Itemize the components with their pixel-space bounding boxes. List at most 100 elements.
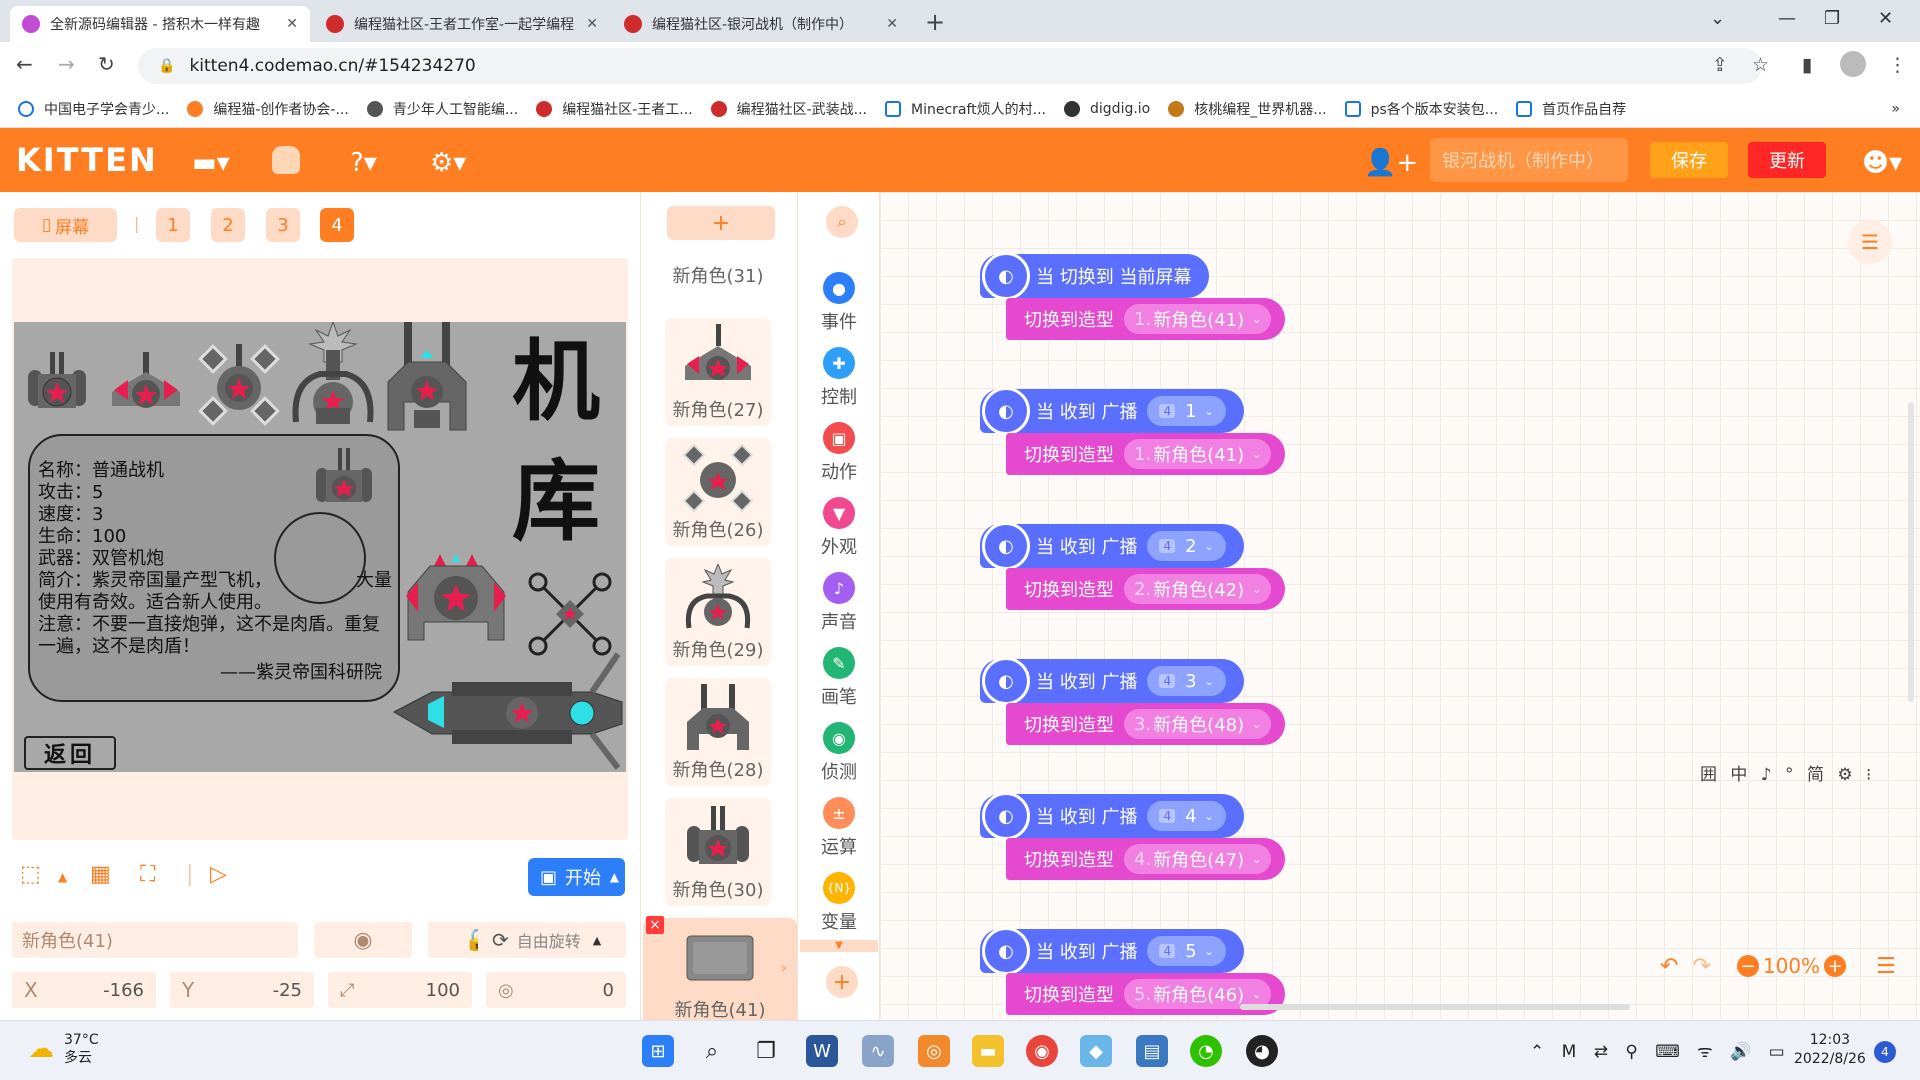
app-icon[interactable]: ◆ <box>1080 1035 1112 1067</box>
reload-icon[interactable]: ↻ <box>98 52 115 76</box>
folder-menu-icon[interactable]: ▬▾ <box>192 148 230 178</box>
bookmark-item[interactable]: 青少年人工智能编... <box>366 99 518 119</box>
category-control[interactable]: ✚ 控制 <box>798 347 880 409</box>
close-window-icon[interactable]: ✕ <box>1878 8 1893 29</box>
direction-field[interactable]: ◎ 0 <box>486 972 626 1008</box>
costume-dropdown[interactable]: 2. 新角色(42) ⌄ <box>1124 574 1272 604</box>
category-motion[interactable]: ▣ 动作 <box>798 422 880 484</box>
sprite-expand-icon[interactable]: › <box>781 958 787 977</box>
bookmark-item[interactable]: 编程猫社区-武装战... <box>710 99 867 119</box>
app-icon[interactable]: ▤ <box>1136 1035 1168 1067</box>
broadcast-dropdown[interactable]: 4 3 ⌄ <box>1147 666 1226 696</box>
update-button[interactable]: 更新 <box>1748 142 1826 178</box>
browser-menu-icon[interactable]: ⋮ <box>1888 54 1907 76</box>
close-tab-icon[interactable]: ✕ <box>886 16 898 32</box>
category-variables[interactable]: {N} 变量 <box>798 872 880 934</box>
stage-size-icon[interactable]: ⬚ <box>20 862 41 887</box>
when-broadcast-hat[interactable]: ◐ 当 收到 广播 4 5 ⌄ <box>980 927 1244 975</box>
sprite-name-input[interactable]: 新角色(41) <box>12 922 298 958</box>
browser-tab[interactable]: 编程猫社区-银河战机（制作中） ✕ <box>612 6 910 42</box>
switch-costume-block[interactable]: 切换到造型 4. 新角色(47) ⌄ <box>1006 838 1286 880</box>
bookmark-item[interactable]: digdig.io <box>1064 100 1150 117</box>
add-collaborator-icon[interactable]: 👤+ <box>1364 148 1418 178</box>
bookmark-star-icon[interactable]: ☆ <box>1752 54 1769 76</box>
chrome-icon[interactable]: ◉ <box>1026 1035 1058 1067</box>
switch-costume-block[interactable]: 切换到造型 1. 新角色(41) ⌄ <box>1006 298 1286 340</box>
project-name-input[interactable]: 银河战机（制作中） <box>1430 138 1628 182</box>
when-broadcast-hat[interactable]: ◐ 当 收到 广播 4 3 ⌄ <box>980 657 1244 705</box>
category-sensing[interactable]: ◉ 侦测 <box>798 722 880 784</box>
bookmark-item[interactable]: 核桃编程_世界机器... <box>1168 99 1327 119</box>
fullscreen-icon[interactable]: ⛶ <box>140 862 155 887</box>
side-panel-icon[interactable]: ▮ <box>1802 54 1812 76</box>
bookmark-item[interactable]: 编程猫社区-王者工... <box>536 99 693 119</box>
category-scroll-down-icon[interactable]: ▼ <box>800 940 878 952</box>
undo-icon[interactable]: ↶ <box>1660 954 1678 979</box>
costume-dropdown[interactable]: 3. 新角色(48) ⌄ <box>1124 709 1272 739</box>
chart-app-icon[interactable]: ∿ <box>862 1035 894 1067</box>
more-bookmarks-button[interactable]: » <box>1891 101 1900 117</box>
when-screen-switch-hat[interactable]: ◐ 当 切换到 当前屏幕 <box>980 252 1210 300</box>
back-arrow-icon[interactable]: ← <box>16 52 33 76</box>
start-dropdown-icon[interactable]: ▲ <box>610 870 619 884</box>
stage-canvas[interactable]: 机库 名称：普通战机 攻击：5 速度：3 生命：100 武器：双管机炮 简介：紫… <box>14 322 626 772</box>
stage-size-caret-icon[interactable]: ▲ <box>58 870 67 884</box>
minimize-icon[interactable]: — <box>1778 8 1796 29</box>
broadcast-dropdown[interactable]: 4 4 ⌄ <box>1147 801 1226 831</box>
screen-tab-3[interactable]: 3 <box>266 208 300 242</box>
vertical-scrollbar[interactable] <box>1908 402 1914 702</box>
sprite-item[interactable]: 新角色(31) <box>665 246 771 294</box>
size-field[interactable]: ⤢ 100 <box>328 972 472 1008</box>
category-events[interactable]: ● 事件 <box>798 272 880 334</box>
sprite-item[interactable]: 新角色(30) <box>665 798 771 906</box>
bookmark-item[interactable]: 中国电子学会青少... <box>18 99 169 119</box>
maximize-icon[interactable]: ❐ <box>1824 8 1840 29</box>
bookmark-item[interactable]: 首页作品自荐 <box>1516 99 1626 119</box>
code-workspace[interactable]: ☰ ◐ 当 切换到 当前屏幕 切换到造型 1. 新角色(41) ⌄ ◐ 当 收到 广播 4 1… <box>880 192 1920 1020</box>
screen-button[interactable]: ▯ 屏幕 <box>14 208 117 242</box>
category-looks[interactable]: ▼ 外观 <box>798 497 880 559</box>
url-field[interactable]: 🔒 kitten4.codemao.cn/#154234270 <box>138 48 1762 84</box>
sprite-item[interactable]: 新角色(28) <box>665 678 771 786</box>
share-icon[interactable]: ⇪ <box>1712 54 1728 76</box>
wechat-icon[interactable]: ◔ <box>1190 1035 1222 1067</box>
browser-tab[interactable]: 编程猫社区-王者工作室-一起学编程 ✕ <box>314 6 610 42</box>
broadcast-dropdown[interactable]: 4 1 ⌄ <box>1147 396 1226 426</box>
sprite-item-selected[interactable]: 新角色(41) › <box>643 918 797 1020</box>
sprite-item[interactable]: 新角色(26) <box>665 438 771 546</box>
category-operators[interactable]: ± 运算 <box>798 797 880 859</box>
new-tab-button[interactable]: + <box>925 8 945 36</box>
zoom-out-button[interactable]: − <box>1736 955 1759 977</box>
settings-gear-icon[interactable]: ⚙▾ <box>430 148 466 178</box>
switch-costume-block[interactable]: 切换到造型 2. 新角色(42) ⌄ <box>1006 568 1286 610</box>
switch-costume-block[interactable]: 切换到造型 1. 新角色(41) ⌄ <box>1006 433 1286 475</box>
close-tab-icon[interactable]: ✕ <box>586 16 598 32</box>
profile-avatar-icon[interactable] <box>1840 51 1866 77</box>
qq-icon[interactable]: ◕ <box>1246 1035 1278 1067</box>
app-icon[interactable]: ◎ <box>918 1035 950 1067</box>
start-button[interactable]: ▣ 开始 ▲ <box>528 858 625 896</box>
broadcast-dropdown[interactable]: 4 2 ⌄ <box>1147 531 1226 561</box>
bookmark-item[interactable]: 编程猫-创作者协会-... <box>187 99 349 119</box>
screen-tab-2[interactable]: 2 <box>211 208 245 242</box>
bookmark-item[interactable]: ps各个版本安装包... <box>1344 99 1498 119</box>
x-field[interactable]: X -166 <box>12 972 156 1008</box>
forward-arrow-icon[interactable]: → <box>58 52 75 76</box>
when-broadcast-hat[interactable]: ◐ 当 收到 广播 4 2 ⌄ <box>980 522 1244 570</box>
sprite-item[interactable]: 新角色(29) <box>665 558 771 666</box>
browser-tab-active[interactable]: 全新源码编辑器 - 搭积木一样有趣 ✕ <box>10 6 310 42</box>
weather-widget[interactable]: ☁ 37°C 多云 <box>28 1031 99 1067</box>
visibility-eye-icon[interactable]: ◉ <box>314 922 412 958</box>
record-video-icon[interactable]: ▷ <box>210 862 227 887</box>
rotation-style-dropdown[interactable]: ⟳ 自由旋转 ▲ <box>478 922 626 958</box>
notification-badge[interactable]: 4 <box>1874 1041 1896 1063</box>
taskbar-clock[interactable]: 12:03 2022/8/26 <box>1794 1031 1866 1069</box>
costume-dropdown[interactable]: 1. 新角色(41) ⌄ <box>1124 439 1272 469</box>
organize-blocks-icon[interactable]: ☰ <box>1876 954 1896 979</box>
delete-sprite-button[interactable]: × <box>646 916 664 934</box>
close-tab-icon[interactable]: ✕ <box>286 16 298 32</box>
y-field[interactable]: Y -25 <box>170 972 314 1008</box>
block-search-icon[interactable]: ⌕ <box>826 206 858 238</box>
user-avatar-icon[interactable]: ☻▾ <box>1862 148 1902 178</box>
help-icon[interactable]: ?▾ <box>350 148 377 178</box>
